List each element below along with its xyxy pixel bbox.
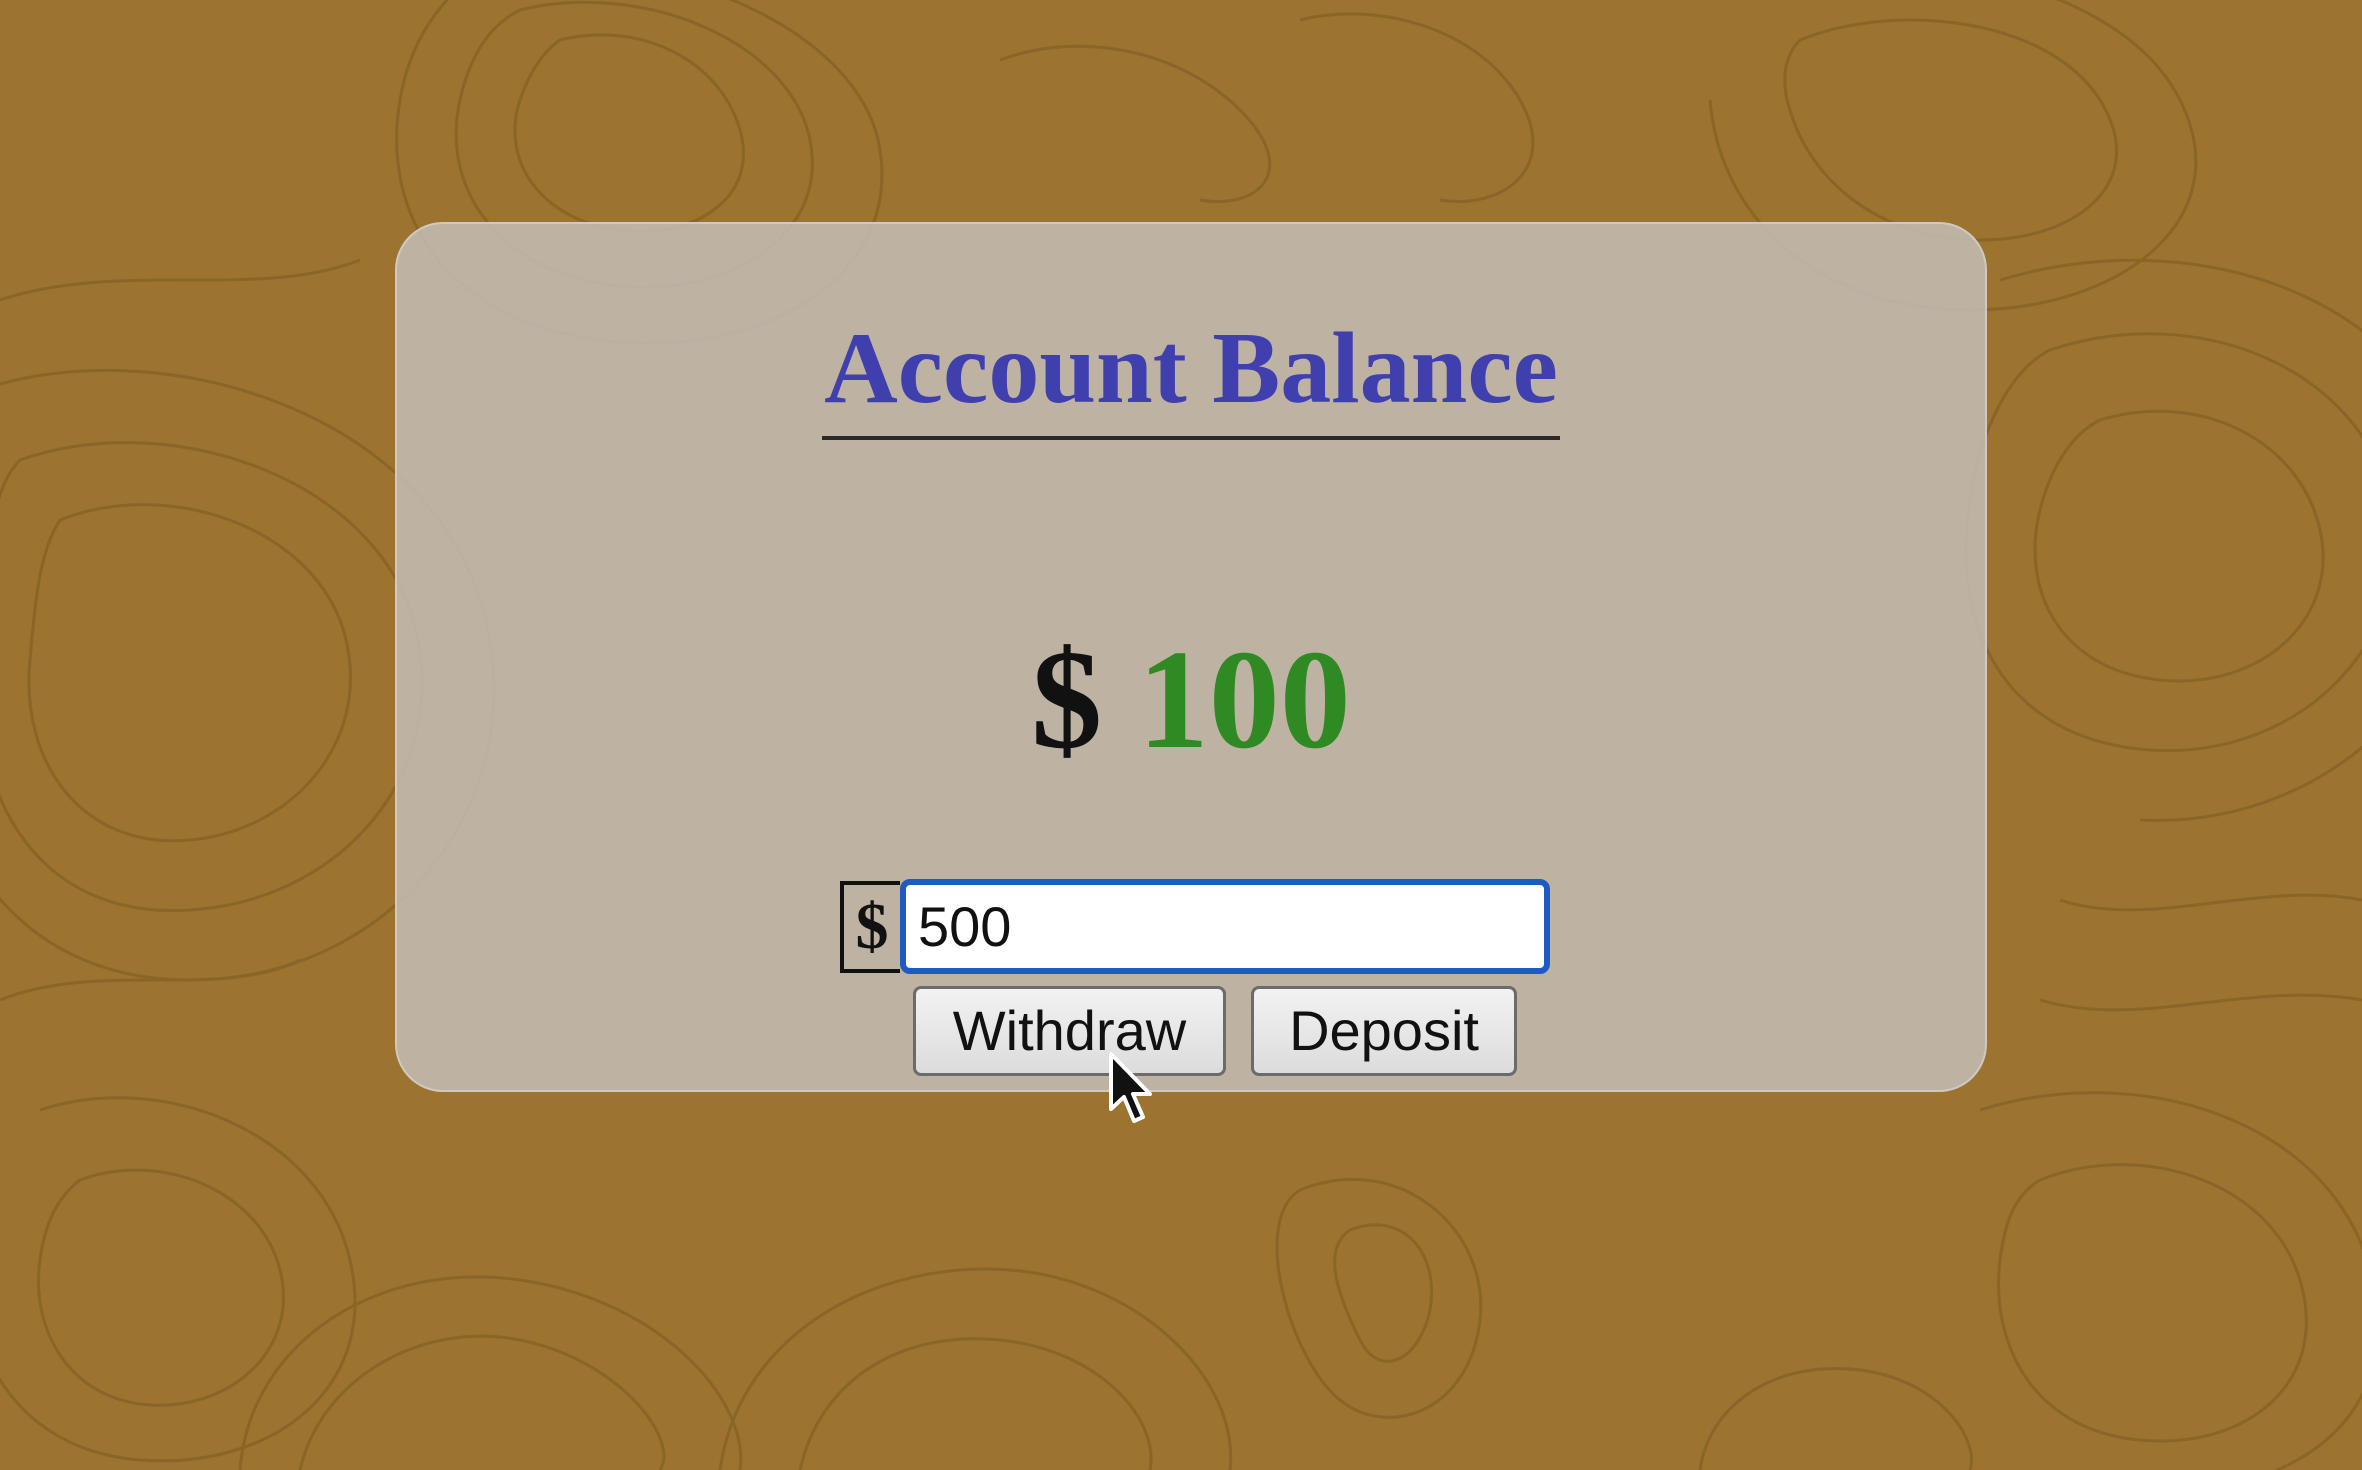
amount-input-group: $ [840,879,1550,974]
page-title: Account Balance [397,312,1985,440]
account-balance-card: Account Balance $ 100 $ Withdraw Deposit [395,222,1987,1092]
balance-display: $ 100 [397,619,1985,779]
amount-currency-label: $ [840,880,900,973]
withdraw-button[interactable]: Withdraw [913,986,1226,1076]
mouse-pointer-icon [1109,1052,1152,1123]
amount-input[interactable] [900,879,1550,974]
balance-amount: 100 [1137,620,1351,778]
deposit-button[interactable]: Deposit [1251,986,1517,1076]
page-title-text: Account Balance [822,312,1560,440]
balance-currency-symbol: $ [1031,620,1103,778]
